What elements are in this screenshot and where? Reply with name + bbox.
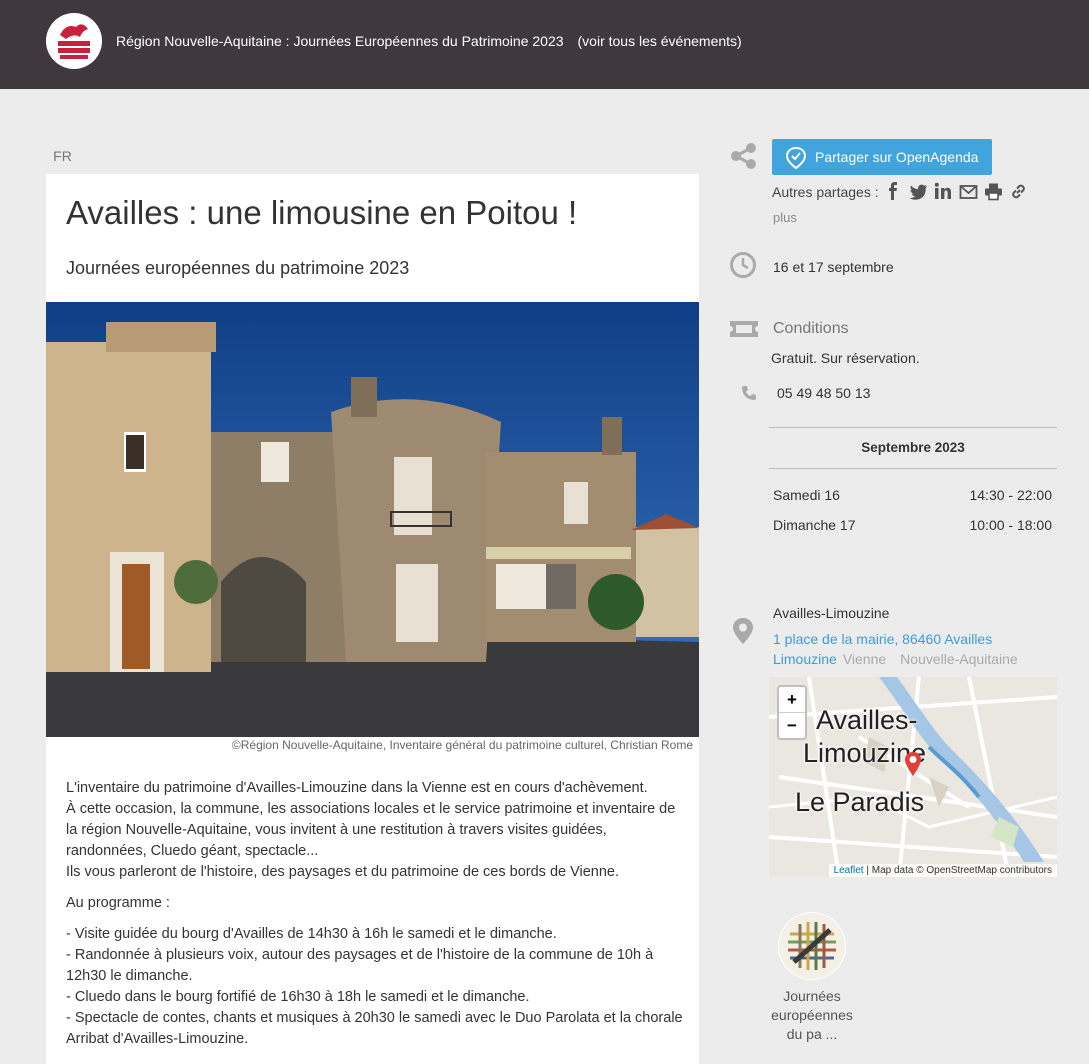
map-marker-icon[interactable] [904, 751, 922, 782]
share-button-label: Partager sur OpenAgenda [815, 149, 979, 165]
share-openagenda-button[interactable]: Partager sur OpenAgenda [772, 139, 992, 175]
agenda-name-link[interactable]: Journées européennes du pa ... [764, 987, 860, 1044]
see-all-events-link[interactable]: (voir tous les événements) [578, 33, 742, 49]
program-item: - Spectacle de contes, chants et musique… [66, 1010, 683, 1047]
event-card: Availles : une limousine en Poitou ! Jou… [46, 174, 699, 1064]
schedule-time: 14:30 - 22:00 [969, 487, 1052, 503]
location-name: Availles-Limouzine [773, 605, 890, 621]
phone-number[interactable]: 05 49 48 50 13 [777, 385, 870, 401]
print-icon[interactable] [984, 182, 1003, 201]
location-map[interactable]: + − Availles- Limouzine Le Paradis Leafl… [769, 677, 1057, 877]
location-region: Nouvelle-Aquitaine [900, 651, 1018, 667]
schedule-row: Samedi 16 14:30 - 22:00 [769, 480, 1057, 510]
region-logo-icon [47, 14, 101, 68]
program-item: - Cluedo dans le bourg fortifié de 16h30… [66, 989, 530, 1005]
event-photo[interactable] [46, 302, 699, 737]
link-icon[interactable] [1009, 182, 1028, 201]
village-photo-illustration [46, 302, 699, 737]
location-pin-icon [732, 617, 754, 650]
schedule-table: Septembre 2023 Samedi 16 14:30 - 22:00 D… [769, 427, 1057, 540]
schedule-time: 10:00 - 18:00 [969, 517, 1052, 533]
event-dates: 16 et 17 septembre [773, 259, 894, 275]
schedule-rows: Samedi 16 14:30 - 22:00 Dimanche 17 10:0… [769, 480, 1057, 540]
share-icon [730, 143, 758, 174]
header-title-text[interactable]: Région Nouvelle-Aquitaine : Journées Eur… [116, 33, 564, 49]
description-line: L'inventaire du patrimoine d'Availles-Li… [66, 780, 648, 796]
heritage-days-logo-icon [779, 913, 845, 979]
description-line: À cette occasion, la commune, les associ… [66, 801, 676, 859]
region-logo[interactable] [46, 13, 102, 69]
description-intro: L'inventaire du patrimoine d'Availles-Li… [66, 778, 686, 883]
schedule-day: Dimanche 17 [773, 517, 856, 533]
conditions-title: Conditions [773, 320, 849, 337]
program-list: - Visite guidée du bourg d'Availles de 1… [66, 924, 686, 1050]
description-line: Ils vous parleront de l'histoire, des pa… [66, 864, 620, 880]
event-title: Availles : une limousine en Poitou ! [66, 194, 578, 231]
ticket-icon [728, 318, 760, 345]
leaflet-link[interactable]: Leaflet [834, 865, 864, 876]
map-zoom-control: + − [777, 685, 807, 740]
program-item: - Visite guidée du bourg d'Availles de 1… [66, 926, 557, 942]
image-credit: ©Région Nouvelle-Aquitaine, Inventaire g… [231, 738, 693, 752]
map-label-place: Le Paradis [795, 787, 925, 817]
email-icon[interactable] [959, 182, 978, 201]
map-attribution: Leaflet | Map data © OpenStreetMap contr… [828, 864, 1057, 877]
twitter-icon[interactable] [909, 182, 928, 201]
linkedin-icon[interactable] [934, 182, 953, 201]
header-title: Région Nouvelle-Aquitaine : Journées Eur… [116, 33, 742, 49]
event-subtitle: Journées européennes du patrimoine 2023 [66, 258, 410, 278]
facebook-icon[interactable] [884, 182, 903, 201]
program-item: - Randonnée à plusieurs voix, autour des… [66, 947, 654, 984]
schedule-row: Dimanche 17 10:00 - 18:00 [769, 510, 1057, 540]
event-description: L'inventaire du patrimoine d'Availles-Li… [66, 778, 686, 1060]
location-address: 1 place de la mairie, 86460 Availles Lim… [773, 629, 1033, 669]
attribution-text: | Map data © OpenStreetMap contributors [863, 865, 1052, 876]
more-shares-link[interactable]: plus [773, 210, 797, 225]
openagenda-pin-icon [785, 146, 807, 182]
top-header: Région Nouvelle-Aquitaine : Journées Eur… [0, 0, 1089, 89]
zoom-out-button[interactable]: − [779, 712, 805, 738]
zoom-in-button[interactable]: + [779, 687, 805, 712]
program-heading: Au programme : [66, 895, 170, 911]
other-shares-label: Autres partages : [772, 184, 879, 200]
phone-icon [741, 385, 757, 406]
conditions-text: Gratuit. Sur réservation. [771, 350, 920, 366]
clock-icon [729, 251, 757, 284]
share-icons-row [884, 182, 1028, 201]
map-label-town: Availles- [816, 705, 918, 735]
schedule-month: Septembre 2023 [769, 427, 1057, 469]
location-department: Vienne [842, 651, 887, 667]
schedule-day: Samedi 16 [773, 487, 840, 503]
agenda-logo[interactable] [778, 912, 846, 980]
language-tab-fr[interactable]: FR [46, 146, 79, 176]
